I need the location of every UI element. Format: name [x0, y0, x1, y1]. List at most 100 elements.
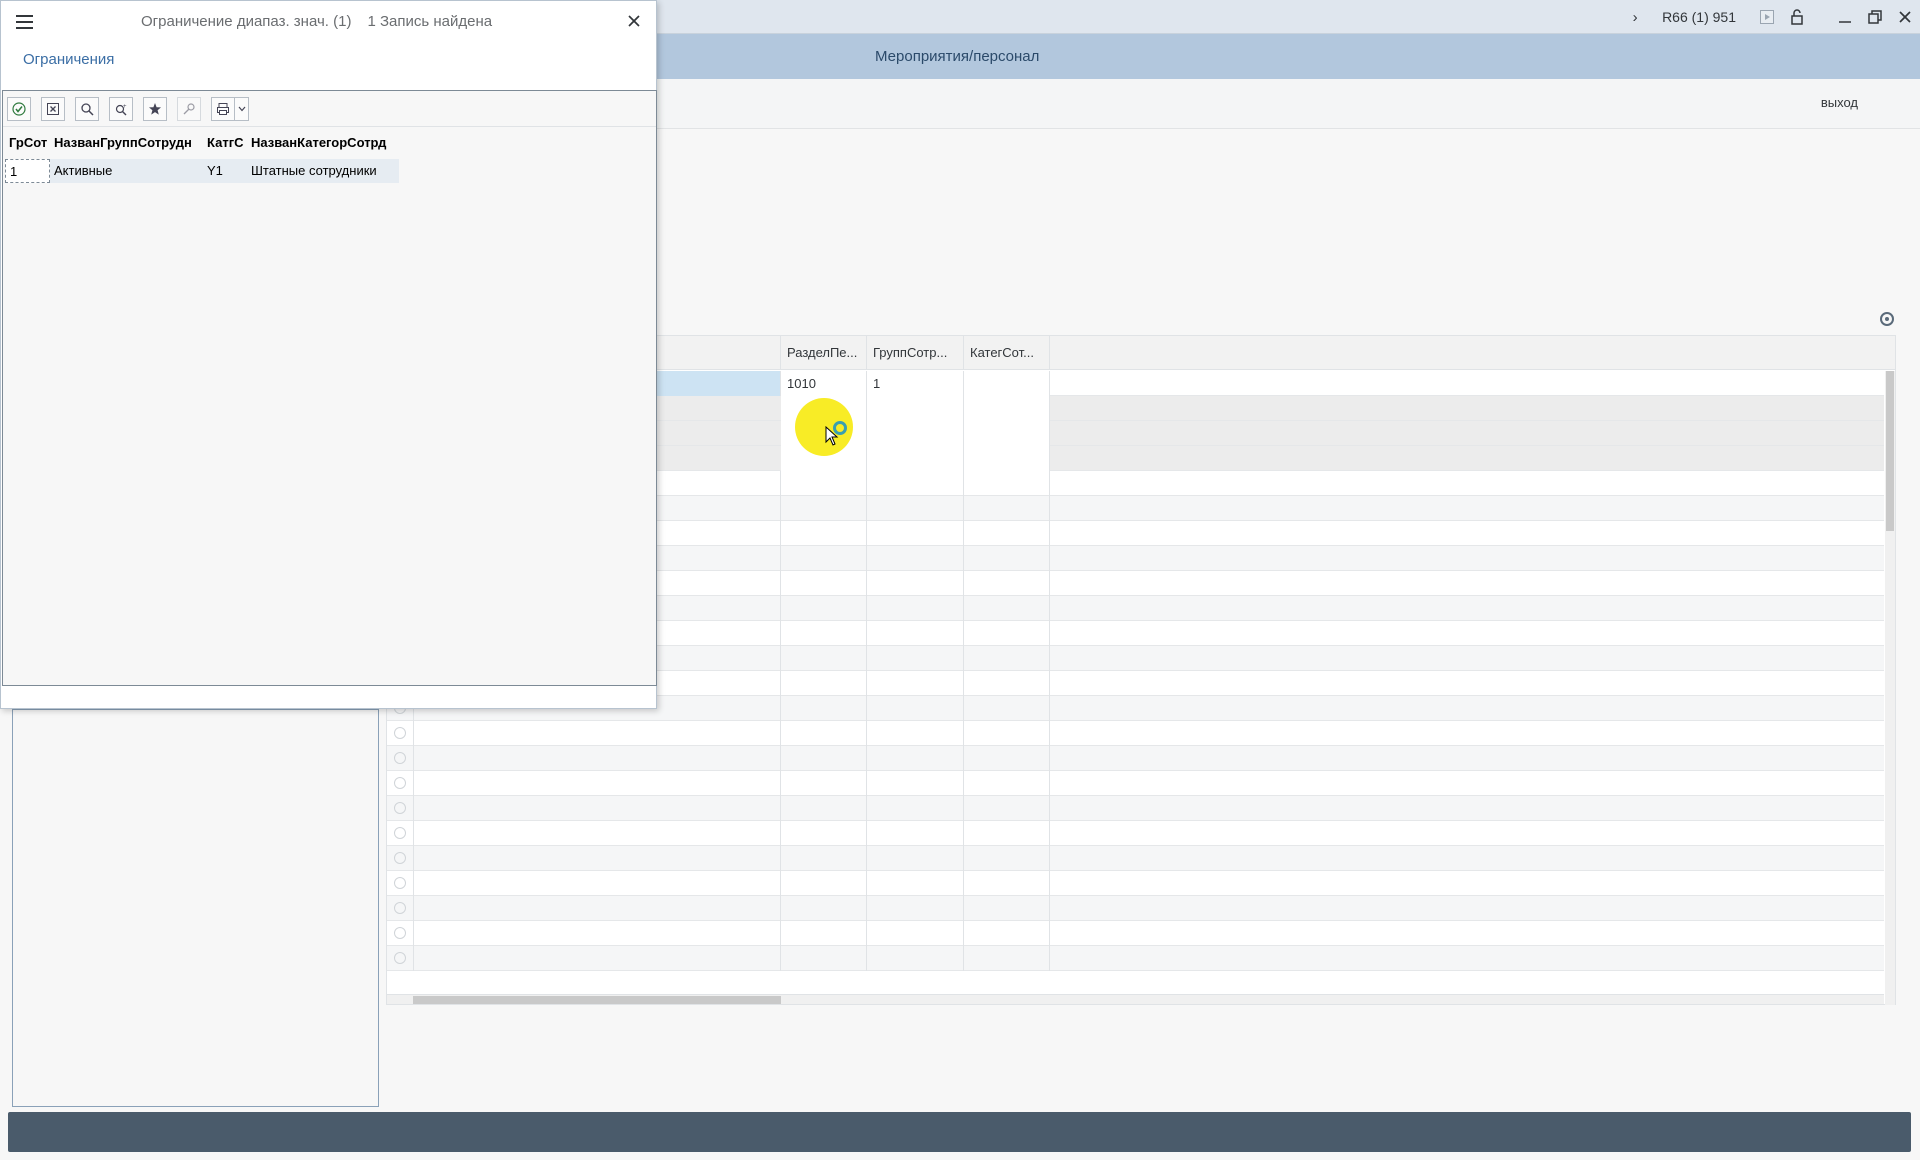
grid-cell[interactable] — [414, 896, 781, 921]
grid-cell[interactable] — [781, 821, 867, 846]
grid-cell[interactable] — [414, 846, 781, 871]
settings-gear-icon[interactable] — [1880, 312, 1894, 326]
grid-cell[interactable] — [964, 671, 1050, 696]
grid-cell[interactable] — [781, 646, 867, 671]
table-row[interactable] — [387, 771, 1884, 796]
grid-cell[interactable] — [781, 946, 867, 971]
grid-cell[interactable] — [781, 596, 867, 621]
grid-cell[interactable] — [867, 846, 964, 871]
grid-cell[interactable] — [414, 821, 781, 846]
grid-cell[interactable] — [964, 621, 1050, 646]
grid-cell[interactable] — [781, 871, 867, 896]
table-row[interactable] — [387, 796, 1884, 821]
column-header-3[interactable]: КатегСот... — [964, 336, 1050, 370]
close-icon[interactable] — [1890, 0, 1920, 34]
table-row[interactable] — [387, 896, 1884, 921]
table-row[interactable] — [387, 946, 1884, 971]
minimize-icon[interactable] — [1830, 0, 1860, 34]
chevron-down-icon[interactable] — [235, 97, 249, 121]
row-selector[interactable] — [387, 796, 414, 821]
grid-cell[interactable] — [781, 921, 867, 946]
grid-cell[interactable] — [414, 946, 781, 971]
column-header[interactable]: КатгС — [203, 127, 247, 159]
unlock-icon[interactable] — [1782, 0, 1812, 34]
horizontal-scrollbar[interactable] — [387, 994, 1884, 1004]
grid-cell[interactable] — [964, 421, 1050, 446]
row-selector[interactable] — [387, 746, 414, 771]
key-icon[interactable] — [177, 97, 201, 121]
grid-cell[interactable] — [867, 921, 964, 946]
grid-cell[interactable] — [964, 371, 1050, 396]
grid-cell[interactable] — [781, 796, 867, 821]
grid-cell[interactable] — [781, 546, 867, 571]
table-row[interactable] — [387, 921, 1884, 946]
grid-cell[interactable] — [964, 946, 1050, 971]
grid-cell[interactable] — [867, 821, 964, 846]
grid-cell[interactable] — [964, 521, 1050, 546]
row-selector[interactable] — [387, 846, 414, 871]
grid-cell[interactable] — [964, 721, 1050, 746]
grid-cell[interactable] — [964, 696, 1050, 721]
grid-cell[interactable] — [867, 896, 964, 921]
row-selector[interactable] — [387, 921, 414, 946]
grid-cell[interactable] — [867, 946, 964, 971]
grid-cell[interactable] — [964, 746, 1050, 771]
grid-cell[interactable] — [867, 671, 964, 696]
row-selector[interactable] — [387, 821, 414, 846]
table-row[interactable] — [387, 721, 1884, 746]
grid-cell[interactable] — [867, 871, 964, 896]
row-selector[interactable] — [387, 896, 414, 921]
grid-cell[interactable] — [964, 496, 1050, 521]
table-cell[interactable]: Штатные сотрудники — [247, 159, 399, 183]
grid-cell[interactable] — [867, 521, 964, 546]
grid-cell[interactable] — [964, 571, 1050, 596]
grid-cell[interactable] — [964, 446, 1050, 471]
column-header[interactable]: НазванГруппСотрудн — [50, 127, 203, 159]
chevron-right-icon[interactable]: › — [1620, 0, 1650, 34]
favorite-icon[interactable] — [143, 97, 167, 121]
column-header[interactable]: ГрСот — [5, 127, 50, 159]
menu-icon[interactable] — [16, 15, 34, 29]
row-selector[interactable] — [387, 946, 414, 971]
print-icon[interactable] — [211, 97, 235, 121]
grid-cell[interactable] — [964, 921, 1050, 946]
grid-cell[interactable] — [414, 771, 781, 796]
grid-cell[interactable] — [964, 821, 1050, 846]
grid-cell[interactable] — [781, 771, 867, 796]
grid-cell[interactable] — [781, 671, 867, 696]
restore-icon[interactable] — [1860, 0, 1890, 34]
grid-cell[interactable] — [964, 546, 1050, 571]
grid-cell[interactable] — [414, 721, 781, 746]
grid-cell[interactable] — [781, 471, 867, 496]
grid-cell[interactable]: 1 — [867, 371, 964, 396]
grid-cell[interactable] — [964, 796, 1050, 821]
grid-cell[interactable] — [781, 746, 867, 771]
grid-cell[interactable] — [414, 796, 781, 821]
table-row[interactable] — [387, 846, 1884, 871]
play-icon[interactable] — [1752, 0, 1782, 34]
grid-cell[interactable] — [964, 646, 1050, 671]
column-header[interactable]: НазванКатегорСотрд — [247, 127, 403, 159]
row-selector[interactable] — [387, 721, 414, 746]
grid-cell[interactable] — [867, 796, 964, 821]
column-header-1[interactable]: РазделПе... — [781, 336, 867, 370]
grid-cell[interactable] — [414, 746, 781, 771]
checkmark-icon[interactable] — [7, 97, 31, 121]
search-icon[interactable] — [75, 97, 99, 121]
table-row[interactable] — [387, 821, 1884, 846]
grid-cell[interactable] — [867, 646, 964, 671]
grid-cell[interactable] — [781, 521, 867, 546]
grid-cell[interactable] — [867, 446, 964, 471]
grid-cell[interactable] — [414, 921, 781, 946]
grid-cell[interactable] — [867, 396, 964, 421]
grid-cell[interactable] — [867, 496, 964, 521]
scroll-thumb[interactable] — [413, 996, 781, 1004]
table-row[interactable] — [387, 746, 1884, 771]
grid-cell[interactable] — [781, 696, 867, 721]
grid-cell[interactable] — [867, 421, 964, 446]
grid-cell[interactable] — [964, 896, 1050, 921]
grid-cell[interactable] — [964, 471, 1050, 496]
grid-cell[interactable] — [964, 396, 1050, 421]
cancel-icon[interactable] — [41, 97, 65, 121]
grid-cell[interactable] — [781, 846, 867, 871]
